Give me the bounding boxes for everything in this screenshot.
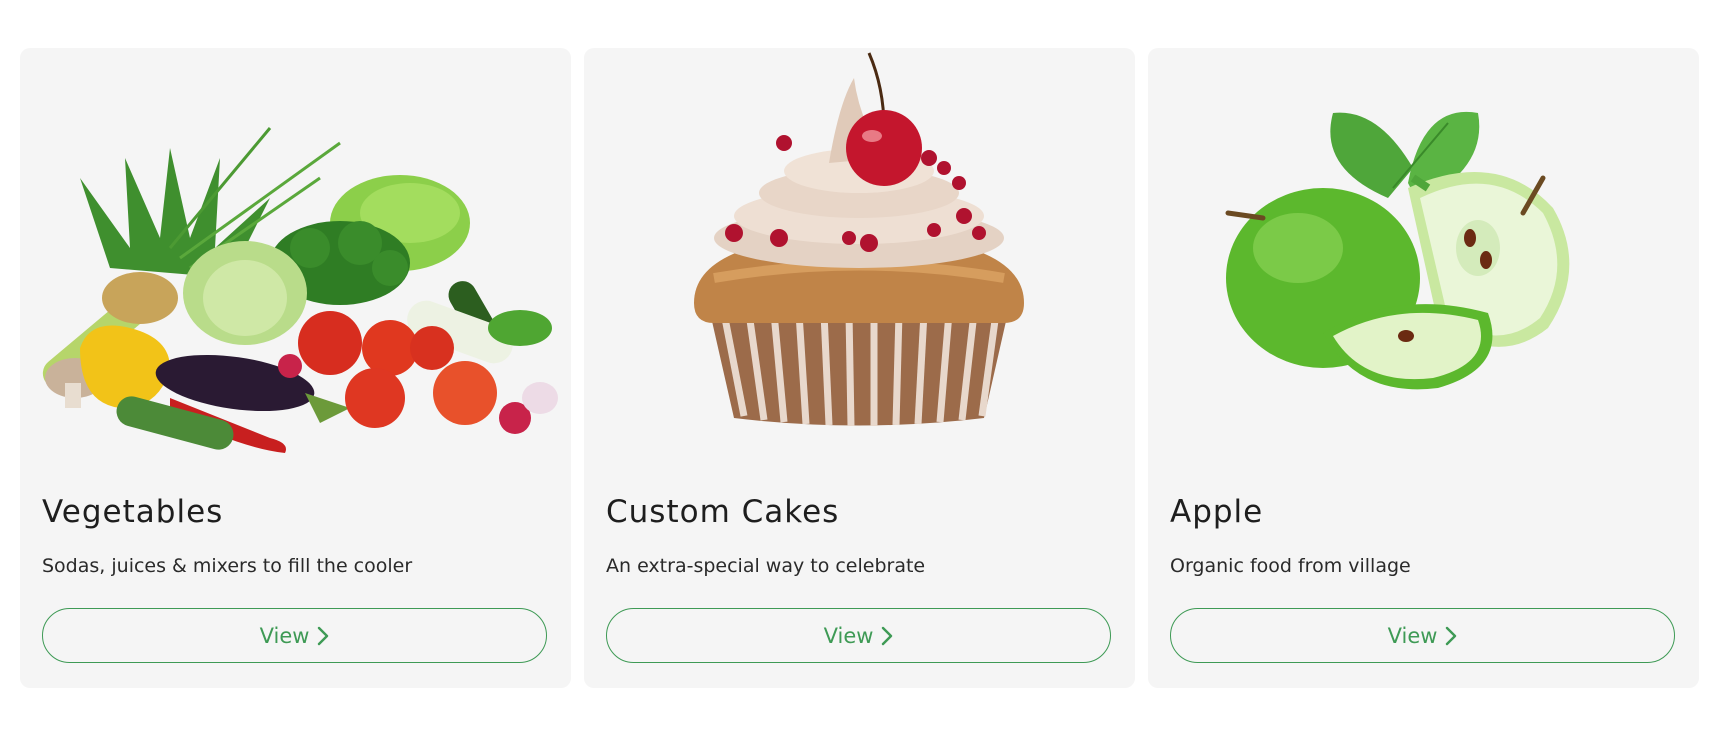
- vegetables-image: [20, 48, 571, 468]
- view-button[interactable]: View: [606, 608, 1111, 663]
- category-card-vegetables: Vegetables Sodas, juices & mixers to fil…: [20, 48, 571, 688]
- category-card-custom-cakes: Custom Cakes An extra-special way to cel…: [584, 48, 1135, 688]
- card-description: An extra-special way to celebrate: [606, 555, 926, 577]
- cupcake-image: [584, 48, 1135, 468]
- view-button-label: View: [259, 623, 310, 648]
- card-description: Sodas, juices & mixers to fill the coole…: [42, 555, 413, 577]
- chevron-right-icon: [317, 626, 329, 646]
- card-title: Apple: [1170, 494, 1264, 530]
- card-title: Vegetables: [42, 494, 224, 530]
- view-button[interactable]: View: [1170, 608, 1675, 663]
- view-button[interactable]: View: [42, 608, 547, 663]
- chevron-right-icon: [881, 626, 893, 646]
- card-description: Organic food from village: [1170, 555, 1411, 577]
- view-button-label: View: [1387, 623, 1438, 648]
- card-title: Custom Cakes: [606, 494, 840, 530]
- chevron-right-icon: [1445, 626, 1457, 646]
- apple-image: [1148, 48, 1699, 468]
- category-card-apple: Apple Organic food from village View: [1148, 48, 1699, 688]
- view-button-label: View: [823, 623, 874, 648]
- category-card-grid: Vegetables Sodas, juices & mixers to fil…: [20, 48, 1699, 688]
